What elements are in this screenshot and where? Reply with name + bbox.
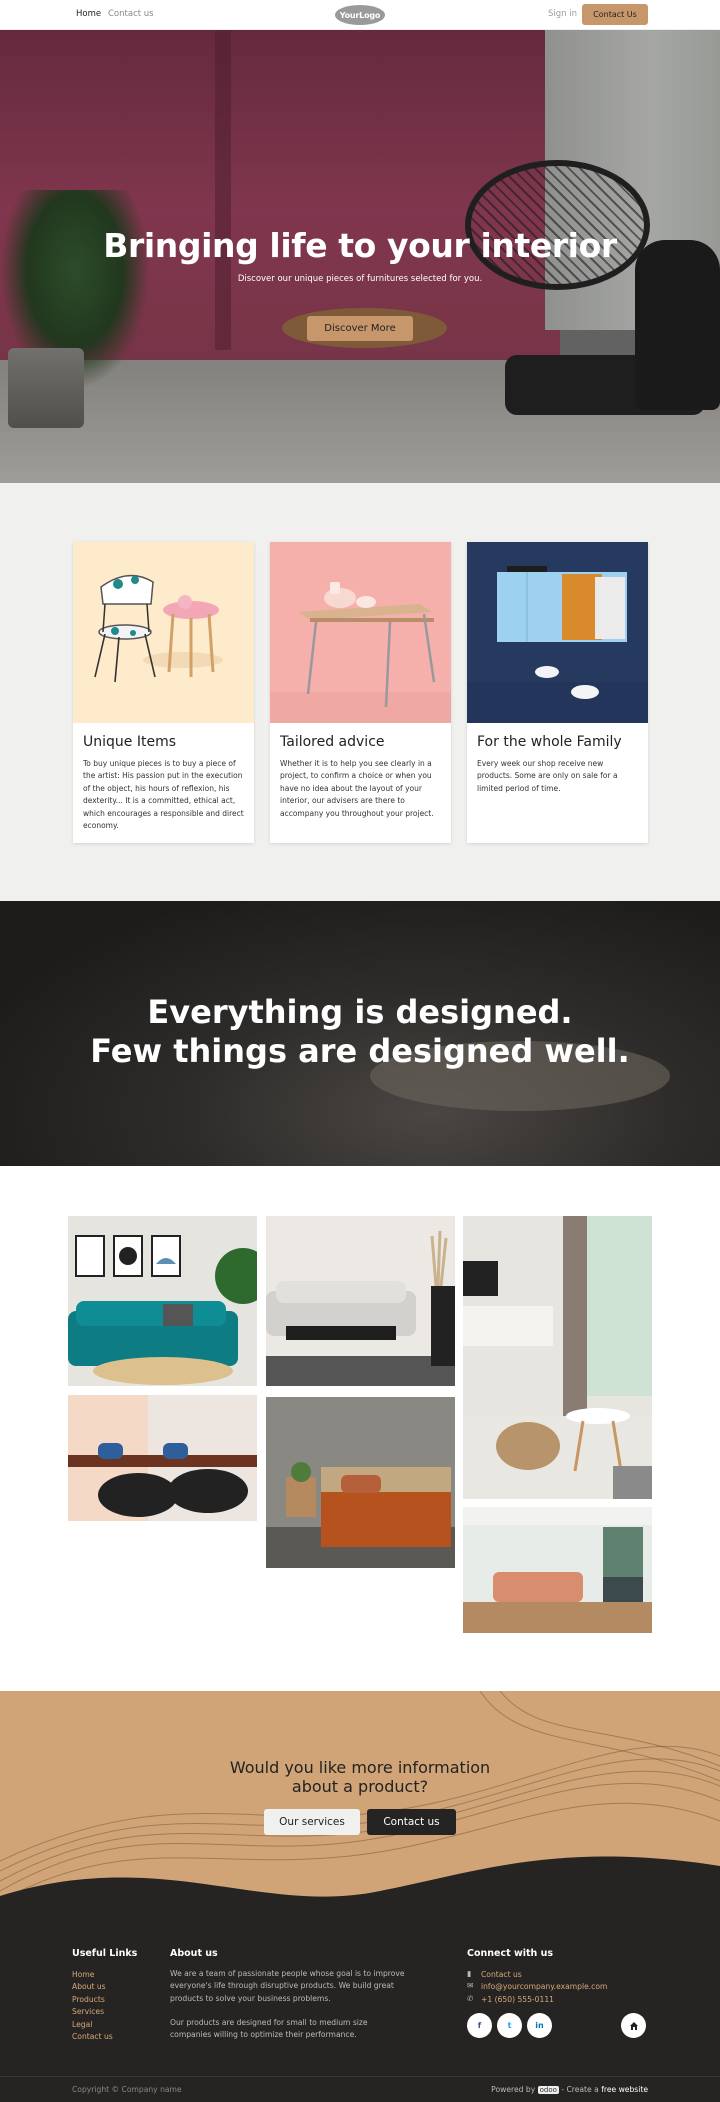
our-services-button[interactable]: Our services (264, 1809, 360, 1835)
feature-title: Unique Items (83, 734, 176, 750)
twitter-icon[interactable]: t (497, 2013, 522, 2038)
copyright-text: Copyright © Company name (72, 2085, 182, 2094)
contact-us-button[interactable]: Contact Us (582, 4, 648, 25)
footer-link-about[interactable]: About us (72, 1982, 106, 1991)
linkedin-icon[interactable]: in (527, 2013, 552, 2038)
feature-card-unique-items: Unique Items To buy unique pieces is to … (73, 542, 254, 843)
footer-phone-link[interactable]: +1 (650) 555-0111 (481, 1995, 554, 2004)
cta-question-line-1: Would you like more information (229, 1758, 491, 1777)
footer-link-services[interactable]: Services (72, 2007, 104, 2016)
copyright-bar: Copyright © Company name Powered by odoo… (0, 2076, 720, 2102)
create-label: - Create a (558, 2085, 602, 2094)
site-footer: Useful Links Home About us Products Serv… (0, 1900, 720, 2076)
hero-section: Bringing life to your interior Discover … (0, 30, 720, 483)
odoo-logo[interactable]: odoo (537, 2086, 559, 2094)
comment-icon: ▮ (467, 1969, 472, 1978)
footer-link-contact[interactable]: Contact us (72, 2032, 113, 2041)
home-icon[interactable] (621, 2013, 646, 2038)
hero-title: Bringing life to your interior (103, 226, 617, 265)
logo[interactable]: YourLogo (335, 5, 385, 25)
quote-line-2: Few things are designed well. (90, 1032, 630, 1070)
nav-contact-link[interactable]: Contact us (108, 9, 154, 19)
phone-icon: ✆ (467, 1994, 474, 2003)
feature-image-chair-table (73, 542, 254, 723)
facebook-icon[interactable]: f (467, 2013, 492, 2038)
feature-image-sideboard (467, 542, 648, 723)
powered-by: Powered by odoo - Create a free website (491, 2085, 648, 2094)
feature-image-desk (270, 542, 451, 723)
contact-us-cta-button[interactable]: Contact us (367, 1809, 456, 1835)
feature-title: For the whole Family (477, 734, 622, 750)
quote-section: Everything is designed. Few things are d… (0, 901, 720, 1166)
gallery-image-open-living[interactable] (463, 1507, 652, 1633)
about-title: About us (170, 1948, 218, 1959)
site-header: Home Contact us YourLogo Sign in Contact… (0, 0, 720, 30)
gallery-section (0, 1166, 720, 1691)
free-website-link[interactable]: free website (601, 2085, 648, 2094)
cta-question-line-2: about a product? (291, 1777, 429, 1796)
signin-link[interactable]: Sign in (548, 9, 577, 19)
feature-text: Every week our shop receive new products… (477, 759, 618, 793)
connect-title: Connect with us (467, 1948, 554, 1959)
gallery-image-living-room[interactable] (266, 1216, 455, 1386)
footer-link-products[interactable]: Products (72, 1995, 105, 2004)
powered-by-label: Powered by (491, 2085, 536, 2094)
gallery-image-white-room[interactable] (463, 1216, 652, 1499)
gallery-image-bedroom[interactable] (266, 1397, 455, 1568)
gallery-image-teal-sofa[interactable] (68, 1216, 257, 1386)
features-section: Unique Items To buy unique pieces is to … (0, 483, 720, 901)
feature-title: Tailored advice (280, 734, 385, 750)
envelope-icon: ✉ (467, 1981, 474, 1990)
hero-subtitle: Discover our unique pieces of furnitures… (237, 274, 483, 284)
footer-contact-link[interactable]: Contact us (481, 1970, 522, 1979)
gallery-image-dining-table[interactable] (68, 1395, 257, 1521)
about-paragraph-1: We are a team of passionate people whose… (170, 1969, 405, 2003)
feature-card-tailored-advice: Tailored advice Whether it is to help yo… (270, 542, 451, 843)
feature-text: Whether it is to help you see clearly in… (280, 759, 434, 818)
feature-text: To buy unique pieces is to buy a piece o… (83, 759, 244, 831)
nav-home-link[interactable]: Home (76, 9, 101, 19)
quote-line-1: Everything is designed. (147, 993, 573, 1031)
cta-wave-lines (0, 1691, 720, 1911)
footer-link-legal[interactable]: Legal (72, 2020, 92, 2029)
discover-more-button[interactable]: Discover More (307, 316, 413, 341)
cta-question: Would you like more information about a … (0, 1758, 720, 1796)
feature-card-whole-family: For the whole Family Every week our shop… (467, 542, 648, 843)
useful-links-title: Useful Links (72, 1948, 138, 1959)
about-paragraph-2: Our products are designed for small to m… (170, 2018, 368, 2040)
footer-email-link[interactable]: info@yourcompany.example.com (481, 1982, 607, 1991)
footer-link-home[interactable]: Home (72, 1970, 94, 1979)
cta-section: Would you like more information about a … (0, 1691, 720, 1911)
